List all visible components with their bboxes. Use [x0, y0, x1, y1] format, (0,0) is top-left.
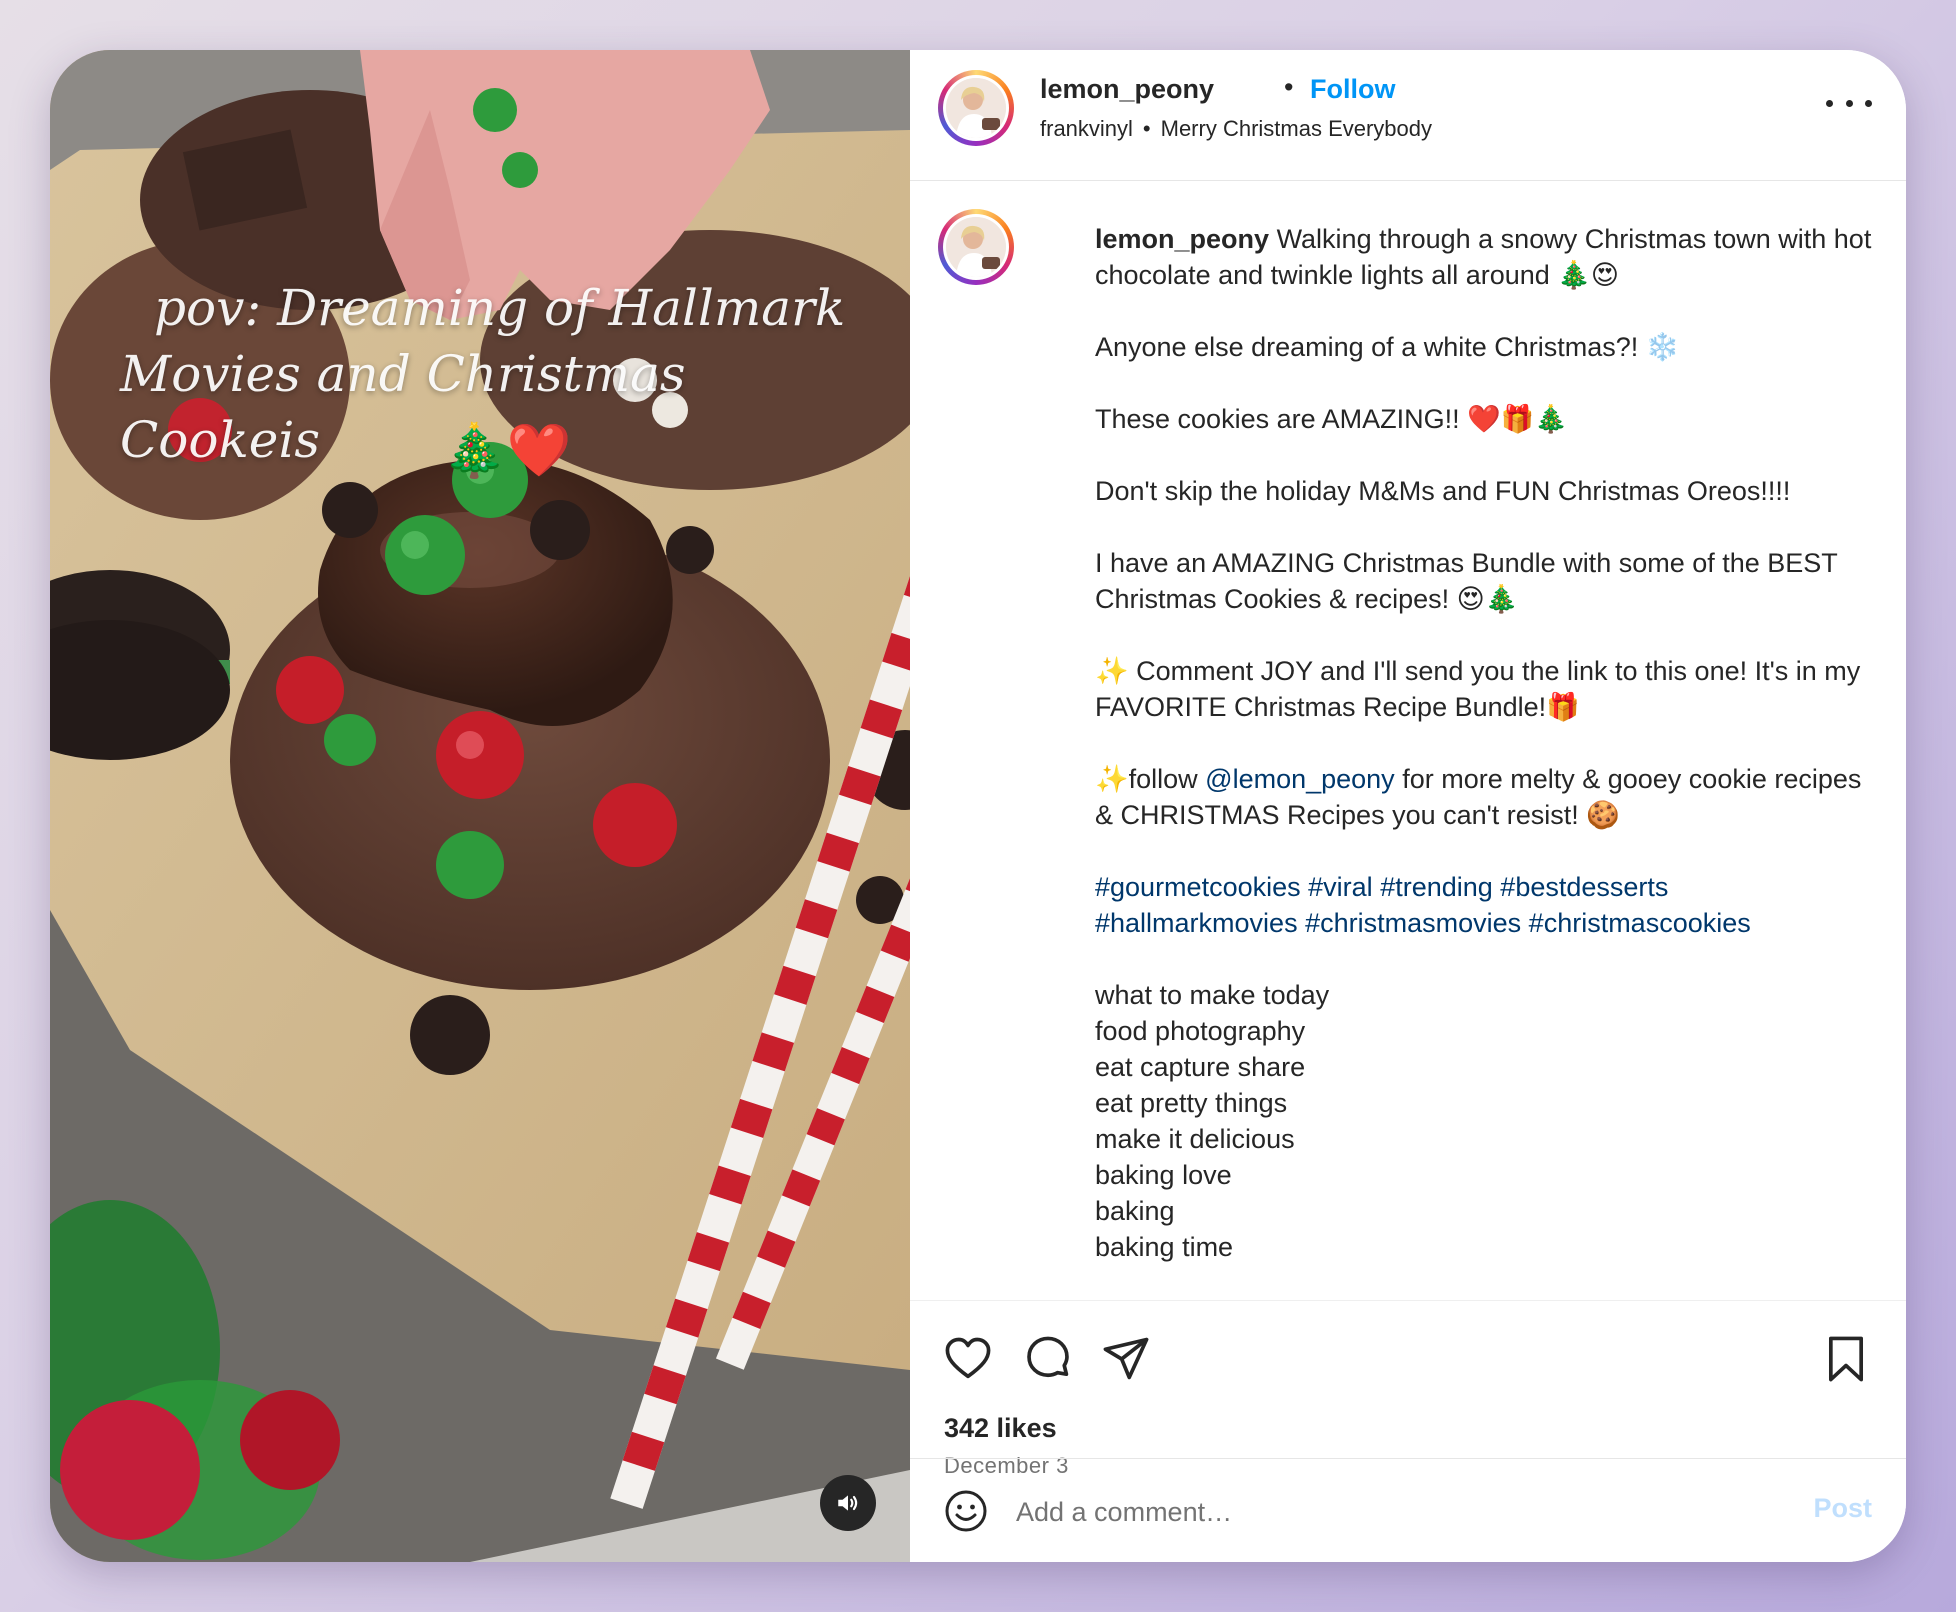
heart-icon	[945, 1337, 991, 1379]
hashtag-link[interactable]: #hallmarkmovies	[1095, 908, 1298, 938]
overlay-emoji-sticker: 🎄❤️	[442, 422, 572, 480]
keyword-list: what to make today food photography eat …	[1095, 977, 1885, 1265]
hashtag-link[interactable]: #trending	[1380, 872, 1493, 902]
comment-icon	[1027, 1336, 1069, 1378]
like-count[interactable]: 342 likes	[944, 1413, 1057, 1444]
speaker-icon	[838, 1495, 858, 1511]
save-button[interactable]	[1820, 1333, 1872, 1385]
send-icon	[1103, 1337, 1149, 1380]
bookmark-icon	[1828, 1336, 1864, 1382]
audio-artist[interactable]: frankvinyl	[1040, 116, 1133, 141]
keyword-line: eat pretty things	[1095, 1088, 1288, 1118]
caption-paragraph-2: Anyone else dreaming of a white Christma…	[1095, 332, 1680, 362]
more-icon	[1826, 99, 1833, 107]
author-username[interactable]: lemon_peony	[1040, 74, 1214, 105]
caption-avatar[interactable]	[938, 209, 1014, 285]
hashtag-list: #gourmetcookies #viral #trending #bestde…	[1095, 869, 1885, 941]
keyword-line: baking time	[1095, 1232, 1234, 1262]
emoji-picker-button[interactable]	[942, 1487, 990, 1535]
post-comment-button[interactable]: Post	[1813, 1493, 1872, 1524]
post-header: lemon_peony • Follow frankvinyl • Merry Ch…	[910, 50, 1906, 181]
keyword-line: make it delicious	[1095, 1124, 1295, 1154]
caption-paragraph-3: These cookies are AMAZING!! ❤️🎁🎄	[1095, 404, 1568, 434]
caption-paragraph-5: I have an AMAZING Christmas Bundle with …	[1095, 548, 1838, 614]
hashtag-link[interactable]: #christmascookies	[1529, 908, 1751, 938]
mention-link[interactable]: @lemon_peony	[1205, 764, 1395, 794]
hashtag-link[interactable]: #gourmetcookies	[1095, 872, 1301, 902]
post-dialog: pov: Dreaming of Hallmark Movies and Chr…	[50, 50, 1906, 1562]
overlay-line-1: pov: Dreaming of Hallmark	[154, 279, 846, 337]
hashtag-link[interactable]: #christmasmovies	[1305, 908, 1521, 938]
comment-button[interactable]	[1022, 1333, 1074, 1385]
avatar[interactable]	[938, 70, 1014, 146]
keyword-line: eat capture share	[1095, 1052, 1306, 1082]
keyword-line: baking love	[1095, 1160, 1232, 1190]
caption-scroll-area[interactable]: lemon_peony Walking through a snowy Chri…	[910, 181, 1906, 1300]
smiley-icon	[945, 1490, 987, 1532]
post-caption: lemon_peony Walking through a snowy Chri…	[1095, 221, 1885, 1265]
caption-paragraph-6: ✨ Comment JOY and I'll send you the link…	[1095, 656, 1861, 722]
post-video[interactable]: pov: Dreaming of Hallmark Movies and Chr…	[50, 50, 910, 1562]
post-details-panel: lemon_peony • Follow frankvinyl • Merry Ch…	[910, 50, 1906, 1562]
more-options-button[interactable]	[1826, 86, 1872, 120]
mute-toggle-button[interactable]	[820, 1475, 876, 1531]
comment-composer: Post	[910, 1458, 1906, 1562]
share-button[interactable]	[1100, 1333, 1152, 1385]
avatar-image	[946, 78, 1006, 138]
keyword-line: baking	[1095, 1196, 1175, 1226]
caption-username[interactable]: lemon_peony	[1095, 224, 1269, 254]
keyword-line: food photography	[1095, 1016, 1306, 1046]
comment-input[interactable]	[1014, 1489, 1718, 1535]
like-button[interactable]	[942, 1333, 994, 1385]
follow-button[interactable]: Follow	[1310, 74, 1395, 105]
separator-dot: •	[1142, 116, 1151, 141]
caption-paragraph: lemon_peony Walking through a snowy Chri…	[1095, 221, 1885, 293]
avatar-image	[946, 217, 1006, 277]
hashtag-link[interactable]: #bestdesserts	[1500, 872, 1668, 902]
keyword-line: what to make today	[1095, 980, 1330, 1010]
caption-paragraph-4: Don't skip the holiday M&Ms and FUN Chri…	[1095, 476, 1791, 506]
separator-dot: •	[1284, 72, 1294, 102]
caption-paragraph-7: ✨follow @lemon_peony for more melty & go…	[1095, 764, 1862, 830]
audio-title[interactable]: Merry Christmas Everybody	[1161, 116, 1432, 141]
audio-attribution[interactable]: frankvinyl • Merry Christmas Everybody	[1040, 116, 1432, 142]
hashtag-link[interactable]: #viral	[1308, 872, 1373, 902]
